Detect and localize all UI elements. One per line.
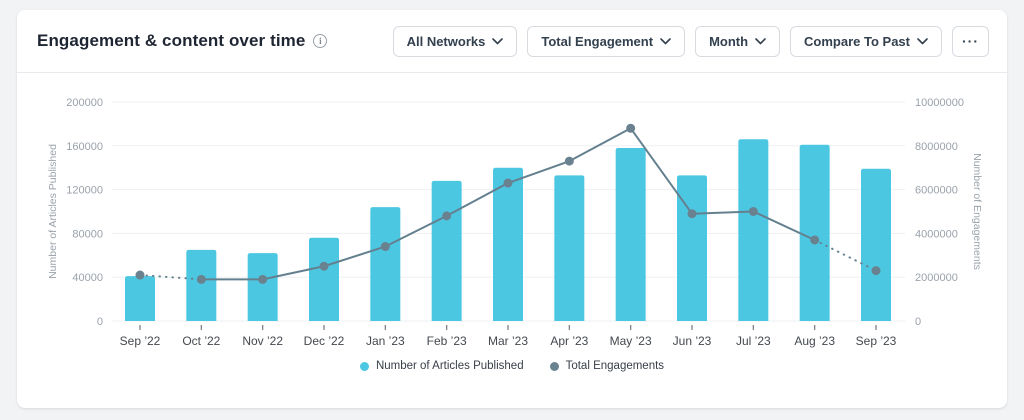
svg-text:80000: 80000: [72, 228, 103, 240]
bar-Jun ’23: [677, 175, 707, 321]
svg-text:Mar ’23: Mar ’23: [488, 334, 528, 348]
svg-text:2000000: 2000000: [915, 272, 958, 284]
more-options-button[interactable]: ···: [952, 26, 989, 57]
bar-Nov ’22: [248, 253, 278, 321]
widget-title-group: Engagement & content over time i: [37, 31, 327, 51]
ellipsis-icon: ···: [962, 33, 979, 49]
all-networks-dropdown[interactable]: All Networks: [393, 26, 518, 57]
svg-text:Apr ’23: Apr ’23: [550, 334, 588, 348]
bar-Sep ’22: [125, 276, 155, 321]
legend-dot-engagements: [550, 362, 559, 371]
bar-Sep ’23: [861, 169, 891, 321]
all-networks-dropdown-label: All Networks: [407, 34, 486, 49]
period-dropdown-label: Month: [709, 34, 748, 49]
svg-text:Sep ’22: Sep ’22: [120, 334, 161, 348]
svg-text:120000: 120000: [66, 185, 103, 197]
legend-item-articles[interactable]: Number of Articles Published: [360, 360, 524, 372]
svg-text:40000: 40000: [72, 272, 103, 284]
line-point-Oct ’22: [197, 275, 206, 284]
line-point-Sep ’22: [136, 271, 145, 280]
line-point-May ’23: [626, 124, 635, 133]
svg-text:May ’23: May ’23: [610, 334, 652, 348]
svg-text:Aug ’23: Aug ’23: [794, 334, 835, 348]
compare-dropdown[interactable]: Compare To Past: [790, 26, 942, 57]
line-point-Jan ’23: [381, 242, 390, 251]
line-point-Mar ’23: [504, 179, 513, 188]
chart-area: 0 0 40000 2000000 80000 4000000 120000 6000000 1…: [17, 73, 1007, 372]
line-point-Aug ’23: [810, 235, 819, 244]
engagement-widget-card: Engagement & content over time i All Net…: [17, 10, 1007, 408]
metric-dropdown[interactable]: Total Engagement: [527, 26, 685, 57]
legend-label-engagements: Total Engagements: [566, 360, 664, 372]
chevron-down-icon: [492, 38, 503, 45]
svg-text:0: 0: [97, 316, 103, 328]
svg-text:Number of Engagements: Number of Engagements: [971, 153, 983, 270]
svg-text:Number of Articles Published: Number of Articles Published: [47, 144, 59, 279]
page-background: Engagement & content over time i All Net…: [0, 0, 1024, 420]
line-point-Nov ’22: [258, 275, 267, 284]
line-point-Sep ’23: [872, 266, 881, 275]
period-dropdown[interactable]: Month: [695, 26, 780, 57]
line-point-Dec ’22: [320, 262, 329, 271]
svg-text:Oct ’22: Oct ’22: [182, 334, 220, 348]
line-point-Jun ’23: [688, 209, 697, 218]
legend-item-engagements[interactable]: Total Engagements: [550, 360, 664, 372]
legend-dot-articles: [360, 362, 369, 371]
svg-text:0: 0: [915, 316, 921, 328]
widget-title: Engagement & content over time: [37, 31, 305, 51]
line-point-Jul ’23: [749, 207, 758, 216]
chevron-down-icon: [660, 38, 671, 45]
svg-text:Feb ’23: Feb ’23: [427, 334, 467, 348]
svg-text:4000000: 4000000: [915, 228, 958, 240]
bar-Oct ’22: [186, 250, 216, 321]
svg-text:Sep ’23: Sep ’23: [856, 334, 897, 348]
chart-legend: Number of Articles Published Total Engag…: [17, 360, 1007, 372]
bar-Dec ’22: [309, 238, 339, 321]
chevron-down-icon: [755, 38, 766, 45]
dual-axis-chart[interactable]: 0 0 40000 2000000 80000 4000000 120000 6000000 1…: [17, 73, 1007, 355]
svg-text:160000: 160000: [66, 141, 103, 153]
svg-text:200000: 200000: [66, 97, 103, 109]
metric-dropdown-label: Total Engagement: [541, 34, 653, 49]
bar-Jul ’23: [738, 139, 768, 321]
svg-text:Nov ’22: Nov ’22: [242, 334, 283, 348]
svg-text:Jan ’23: Jan ’23: [366, 334, 405, 348]
bar-Apr ’23: [554, 175, 584, 321]
line-point-Apr ’23: [565, 157, 574, 166]
svg-text:10000000: 10000000: [915, 97, 964, 109]
bar-Aug ’23: [800, 145, 830, 321]
line-point-Feb ’23: [442, 211, 451, 220]
svg-text:6000000: 6000000: [915, 185, 958, 197]
svg-text:Jun ’23: Jun ’23: [673, 334, 712, 348]
svg-text:8000000: 8000000: [915, 141, 958, 153]
bar-Jan ’23: [370, 207, 400, 321]
info-icon[interactable]: i: [313, 34, 327, 48]
compare-dropdown-label: Compare To Past: [804, 34, 910, 49]
svg-text:Jul ’23: Jul ’23: [736, 334, 771, 348]
widget-header: Engagement & content over time i All Net…: [17, 10, 1007, 73]
chevron-down-icon: [917, 38, 928, 45]
bar-Feb ’23: [432, 181, 462, 321]
bar-Mar ’23: [493, 168, 523, 321]
svg-text:Dec ’22: Dec ’22: [304, 334, 345, 348]
legend-label-articles: Number of Articles Published: [376, 360, 524, 372]
filter-controls: All Networks Total Engagement Month Comp…: [393, 26, 989, 57]
bar-May ’23: [616, 148, 646, 321]
